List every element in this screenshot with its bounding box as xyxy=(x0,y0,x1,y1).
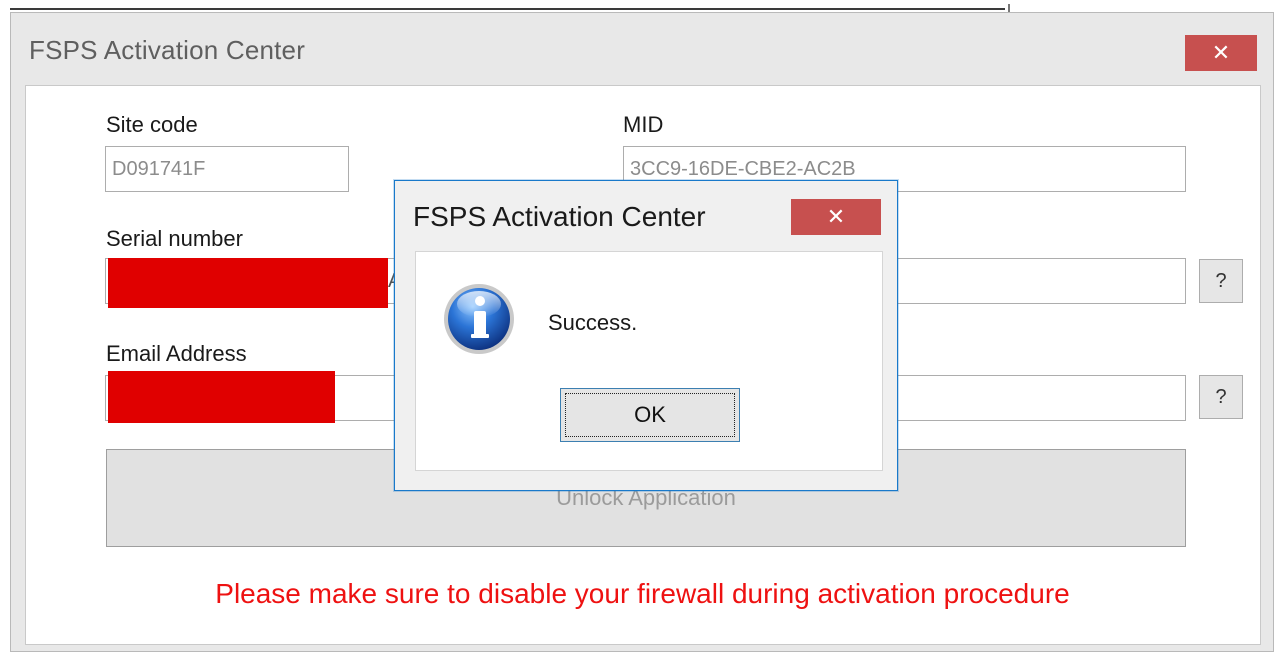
site-code-field[interactable]: D091741F xyxy=(105,146,349,192)
email-address-help-button[interactable]: ? xyxy=(1199,375,1243,419)
close-icon: ✕ xyxy=(826,204,846,229)
close-icon: ✕ xyxy=(1211,40,1231,65)
background-window-corner xyxy=(1008,4,1010,12)
ok-button[interactable]: OK xyxy=(560,388,740,442)
firewall-warning: Please make sure to disable your firewal… xyxy=(215,578,1070,609)
email-address-redaction xyxy=(108,371,335,423)
info-icon xyxy=(442,282,516,356)
success-dialog: FSPS Activation Center ✕ Success. OK xyxy=(394,180,898,491)
mid-label: MID xyxy=(623,112,664,137)
window-close-button[interactable]: ✕ xyxy=(1185,35,1257,71)
serial-number-label: Serial number xyxy=(106,226,243,251)
dialog-title: FSPS Activation Center xyxy=(413,201,706,232)
dialog-close-button[interactable]: ✕ xyxy=(791,199,881,235)
dialog-body: Success. OK xyxy=(415,251,883,471)
background-window-edge xyxy=(0,0,1285,12)
site-code-label: Site code xyxy=(106,112,198,137)
dialog-message: Success. xyxy=(548,310,638,335)
serial-number-redaction xyxy=(108,258,388,308)
ok-button-label: OK xyxy=(565,393,735,437)
serial-number-help-button[interactable]: ? xyxy=(1199,259,1243,303)
window-title: FSPS Activation Center xyxy=(29,35,306,65)
email-address-label: Email Address xyxy=(106,341,247,366)
background-window-border xyxy=(10,8,1005,10)
